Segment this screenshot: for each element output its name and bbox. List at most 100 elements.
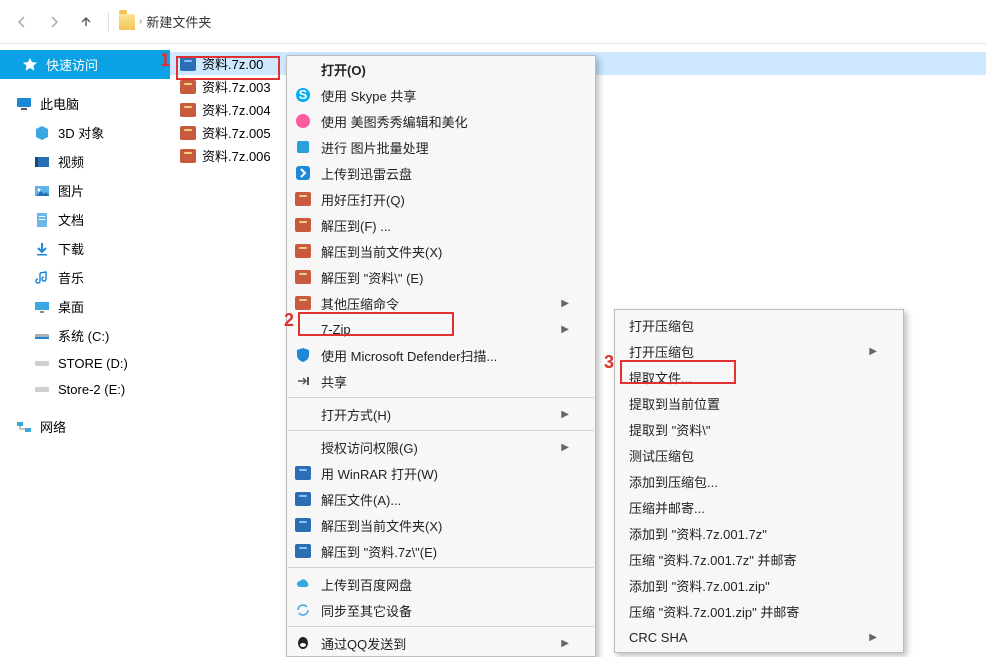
sidebar-item-desktop[interactable]: 桌面 xyxy=(0,292,170,321)
menu-separator xyxy=(288,397,594,398)
submenu-label: 测试压缩包 xyxy=(629,446,694,465)
sidebar-item-pictures[interactable]: 图片 xyxy=(0,176,170,205)
menu-label: 解压到 "资料.7z\"(E) xyxy=(321,542,437,561)
submenu-label: 打开压缩包 xyxy=(629,342,694,361)
menu-skype[interactable]: S 使用 Skype 共享 xyxy=(287,82,595,108)
menu-share[interactable]: 共享 xyxy=(287,368,595,394)
sub-test-archive[interactable]: 测试压缩包 xyxy=(615,442,903,468)
sub-compress-mail[interactable]: 压缩并邮寄... xyxy=(615,494,903,520)
svg-text:S: S xyxy=(299,87,308,102)
menu-meitu[interactable]: 使用 美图秀秀编辑和美化 xyxy=(287,108,595,134)
menu-baidu[interactable]: 上传到百度网盘 xyxy=(287,571,595,597)
submenu-label: CRC SHA xyxy=(629,630,688,645)
sidebar-quick-access[interactable]: 快速访问 xyxy=(0,50,170,79)
sidebar-label: 视频 xyxy=(58,152,84,171)
forward-button[interactable] xyxy=(42,10,66,34)
sub-add-7z[interactable]: 添加到 "资料.7z.001.7z" xyxy=(615,520,903,546)
menu-sync[interactable]: 同步至其它设备 xyxy=(287,597,595,623)
archive-icon xyxy=(180,126,196,140)
sidebar-item-drive-c[interactable]: 系统 (C:) xyxy=(0,321,170,350)
sub-extract-here[interactable]: 提取到当前位置 xyxy=(615,390,903,416)
sidebar-label: 桌面 xyxy=(58,297,84,316)
xunlei-icon xyxy=(293,163,313,183)
sidebar-label: 图片 xyxy=(58,181,84,200)
menu-label: 使用 Microsoft Defender扫描... xyxy=(321,346,497,365)
menu-haozip-open[interactable]: 用好压打开(Q) xyxy=(287,186,595,212)
menu-defender[interactable]: 使用 Microsoft Defender扫描... xyxy=(287,342,595,368)
music-icon xyxy=(34,270,50,286)
archive-icon xyxy=(293,515,313,535)
monitor-icon xyxy=(16,96,32,112)
menu-label: 使用 Skype 共享 xyxy=(321,86,416,105)
menu-grant-access[interactable]: 授权访问权限(G)▶ xyxy=(287,434,595,460)
archive-icon xyxy=(293,463,313,483)
breadcrumb-folder[interactable]: 新建文件夹 xyxy=(146,12,211,31)
menu-7zip[interactable]: 7-Zip▶ xyxy=(287,316,595,342)
submenu-label: 压缩 "资料.7z.001.zip" 并邮寄 xyxy=(629,602,799,621)
archive-icon xyxy=(293,215,313,235)
sub-crc-sha[interactable]: CRC SHA ▶ xyxy=(615,624,903,650)
sub-open-archive[interactable]: 打开压缩包 xyxy=(615,312,903,338)
menu-other-compress[interactable]: 其他压缩命令▶ xyxy=(287,290,595,316)
menu-xunlei[interactable]: 上传到迅雷云盘 xyxy=(287,160,595,186)
menu-rar-extract-here[interactable]: 解压到当前文件夹(X) xyxy=(287,512,595,538)
submenu-label: 提取到当前位置 xyxy=(629,394,720,413)
breadcrumb[interactable]: › 新建文件夹 xyxy=(119,12,211,31)
submenu-label: 提取文件... xyxy=(629,368,692,387)
sidebar-item-videos[interactable]: 视频 xyxy=(0,147,170,176)
menu-extract-to-folder[interactable]: 解压到 "资料\" (E) xyxy=(287,264,595,290)
sidebar-item-documents[interactable]: 文档 xyxy=(0,205,170,234)
menu-extract-here[interactable]: 解压到当前文件夹(X) xyxy=(287,238,595,264)
sub-zip-mail[interactable]: 压缩 "资料.7z.001.zip" 并邮寄 xyxy=(615,598,903,624)
cloud-icon xyxy=(293,574,313,594)
qq-icon xyxy=(293,633,313,653)
address-bar: › 新建文件夹 xyxy=(0,0,986,44)
share-icon xyxy=(293,371,313,391)
sidebar-label: 系统 (C:) xyxy=(58,326,109,345)
up-button[interactable] xyxy=(74,10,98,34)
file-name: 资料.7z.004 xyxy=(202,100,271,119)
sidebar-item-drive-d[interactable]: STORE (D:) xyxy=(0,350,170,376)
menu-separator xyxy=(288,567,594,568)
menu-label: 同步至其它设备 xyxy=(321,601,412,620)
sub-add-zip[interactable]: 添加到 "资料.7z.001.zip" xyxy=(615,572,903,598)
sub-add-archive[interactable]: 添加到压缩包... xyxy=(615,468,903,494)
archive-icon xyxy=(293,293,313,313)
menu-winrar-open[interactable]: 用 WinRAR 打开(W) xyxy=(287,460,595,486)
nav-pane: 快速访问 此电脑 3D 对象 视频 图片 文档 下载 音乐 桌面 系统 (C:)… xyxy=(0,44,170,650)
sidebar-item-3d[interactable]: 3D 对象 xyxy=(0,118,170,147)
sub-open-archive-more[interactable]: 打开压缩包▶ xyxy=(615,338,903,364)
context-menu: 打开(O) S 使用 Skype 共享 使用 美图秀秀编辑和美化 进行 图片批量处… xyxy=(286,55,596,657)
sidebar-item-downloads[interactable]: 下载 xyxy=(0,234,170,263)
archive-icon xyxy=(293,489,313,509)
meitu-icon xyxy=(293,111,313,131)
back-button[interactable] xyxy=(10,10,34,34)
menu-open[interactable]: 打开(O) xyxy=(287,56,595,82)
archive-icon xyxy=(180,57,196,71)
menu-label: 授权访问权限(G) xyxy=(321,438,418,457)
menu-batch[interactable]: 进行 图片批量处理 xyxy=(287,134,595,160)
chevron-right-icon: ▶ xyxy=(561,324,569,335)
sub-extract-to-folder[interactable]: 提取到 "资料\" xyxy=(615,416,903,442)
archive-icon xyxy=(293,267,313,287)
menu-open-with[interactable]: 打开方式(H)▶ xyxy=(287,401,595,427)
skype-icon: S xyxy=(293,85,313,105)
sidebar-network[interactable]: 网络 xyxy=(0,412,170,441)
sidebar-label: 快速访问 xyxy=(46,55,98,74)
menu-extract-to[interactable]: 解压到(F) ... xyxy=(287,212,595,238)
menu-qq[interactable]: 通过QQ发送到▶ xyxy=(287,630,595,656)
menu-label: 解压到当前文件夹(X) xyxy=(321,516,442,535)
chevron-right-icon: › xyxy=(139,16,142,27)
menu-rar-extract[interactable]: 解压文件(A)... xyxy=(287,486,595,512)
sidebar-item-drive-e[interactable]: Store-2 (E:) xyxy=(0,376,170,402)
sidebar-this-pc[interactable]: 此电脑 xyxy=(0,89,170,118)
sidebar-item-music[interactable]: 音乐 xyxy=(0,263,170,292)
sub-7z-mail[interactable]: 压缩 "资料.7z.001.7z" 并邮寄 xyxy=(615,546,903,572)
menu-rar-extract-to[interactable]: 解压到 "资料.7z\"(E) xyxy=(287,538,595,564)
archive-icon xyxy=(293,541,313,561)
menu-label: 解压文件(A)... xyxy=(321,490,401,509)
sub-extract-files[interactable]: 提取文件... xyxy=(615,364,903,390)
desktop-icon xyxy=(34,299,50,315)
chevron-right-icon: ▶ xyxy=(855,632,877,643)
archive-icon xyxy=(180,80,196,94)
